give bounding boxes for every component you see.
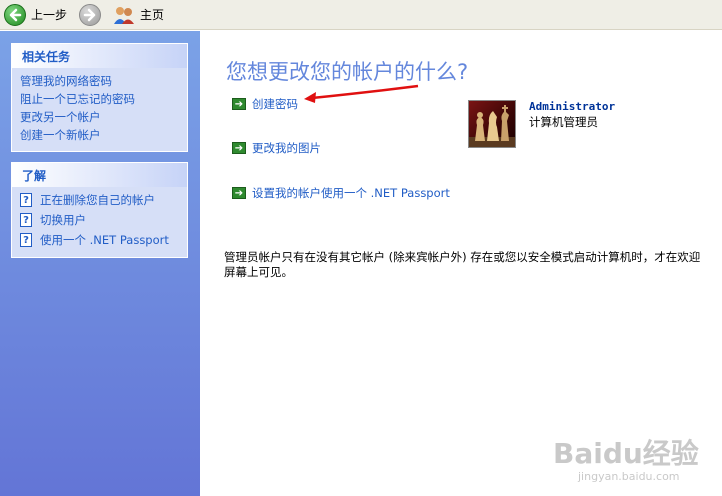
back-label: 上一步	[31, 8, 68, 22]
annotation-arrow-icon	[304, 84, 419, 103]
learn-item-switching-users[interactable]: ? 切换用户	[20, 210, 187, 230]
forward-arrow-icon	[79, 3, 102, 26]
admin-note: 管理员帐户只有在没有其它帐户 (除来宾帐户外) 存在或您以安全模式启动计算机时，…	[224, 250, 701, 279]
related-tasks-panel: 相关任务 管理我的网络密码 阻止一个已忘记的密码 更改另一个帐户 创建一个新帐户	[11, 43, 188, 152]
help-icon: ?	[20, 233, 32, 247]
learn-item-net-passport[interactable]: ? 使用一个 .NET Passport	[20, 230, 187, 250]
green-arrow-icon: ➔	[232, 142, 246, 154]
forward-button[interactable]	[79, 3, 102, 26]
learn-about-panel: 了解 ? 正在删除您自己的帐户 ? 切换用户 ? 使用一个 .NET Passp…	[11, 162, 188, 258]
back-arrow-icon	[4, 3, 26, 26]
create-password-link[interactable]: ➔ 创建密码	[232, 96, 298, 112]
account-picture	[468, 100, 516, 148]
action-label: 创建密码	[252, 97, 298, 111]
back-button[interactable]: 上一步	[4, 3, 68, 26]
account-type: 计算机管理员	[529, 115, 598, 129]
related-tasks-title: 相关任务	[12, 44, 187, 68]
help-icon: ?	[20, 193, 32, 207]
users-home-icon	[113, 5, 135, 25]
task-link-change-another-account[interactable]: 更改另一个帐户	[20, 108, 187, 126]
green-arrow-icon: ➔	[232, 187, 246, 199]
change-picture-link[interactable]: ➔ 更改我的图片	[232, 140, 321, 156]
baidu-watermark-url: jingyan.baidu.com	[578, 470, 680, 483]
home-button[interactable]: 主页	[113, 5, 164, 25]
task-link-create-new-account[interactable]: 创建一个新帐户	[20, 126, 187, 144]
task-link-prevent-forgotten-password[interactable]: 阻止一个已忘记的密码	[20, 90, 187, 108]
task-link-manage-network-passwords[interactable]: 管理我的网络密码	[20, 72, 187, 90]
action-label: 设置我的帐户使用一个 .NET Passport	[252, 186, 450, 200]
action-label: 更改我的图片	[252, 141, 321, 155]
task-pane: 相关任务 管理我的网络密码 阻止一个已忘记的密码 更改另一个帐户 创建一个新帐户…	[0, 31, 200, 496]
toolbar: 上一步 主页	[0, 0, 722, 30]
net-passport-link[interactable]: ➔ 设置我的帐户使用一个 .NET Passport	[232, 185, 450, 201]
help-icon: ?	[20, 213, 32, 227]
learn-item-removing-account[interactable]: ? 正在删除您自己的帐户	[20, 190, 187, 210]
green-arrow-icon: ➔	[232, 98, 246, 110]
chess-pieces-avatar-icon	[469, 105, 515, 147]
learn-item-label: 正在删除您自己的帐户	[40, 193, 155, 207]
home-label: 主页	[140, 8, 165, 22]
learn-about-title: 了解	[12, 163, 187, 187]
account-name: Administrator	[529, 100, 616, 113]
learn-item-label: 使用一个 .NET Passport	[40, 233, 169, 247]
learn-item-label: 切换用户	[40, 213, 86, 227]
baidu-watermark: Baidu经验	[553, 437, 699, 470]
